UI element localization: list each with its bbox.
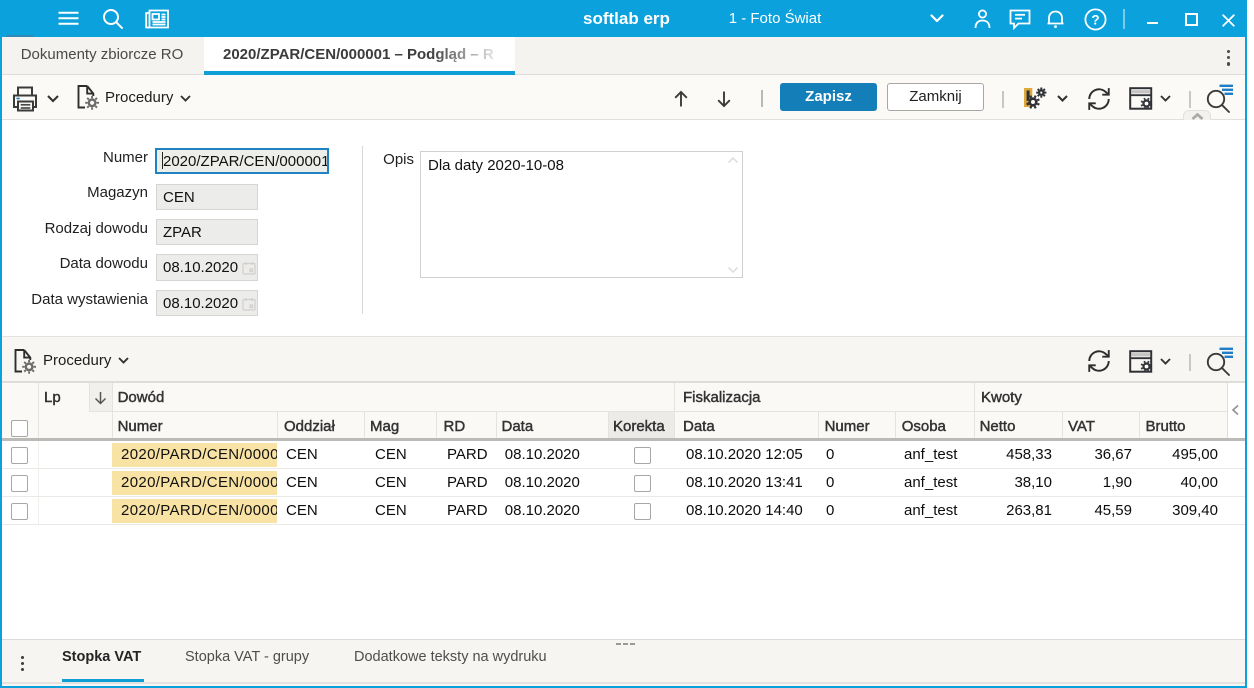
svg-text:?: ? — [1091, 12, 1099, 27]
